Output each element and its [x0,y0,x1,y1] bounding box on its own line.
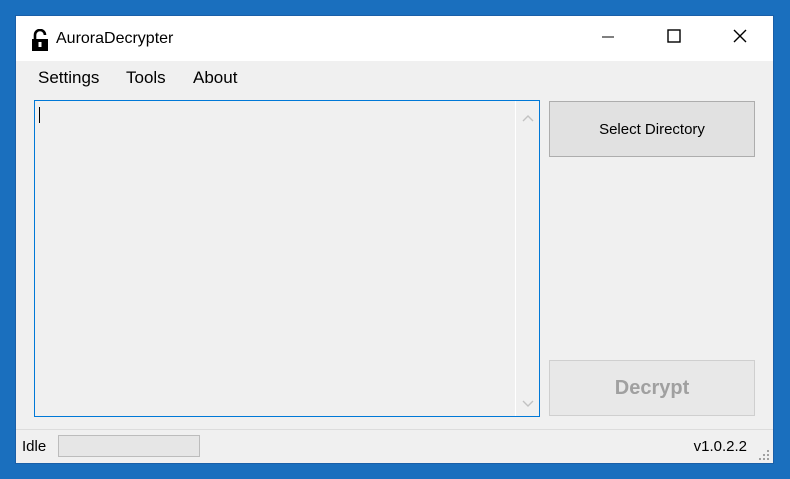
select-directory-button[interactable]: Select Directory [549,101,755,157]
status-bar: Idle v1.0.2.2 [16,429,773,463]
maximize-icon [667,29,681,48]
close-icon [733,29,747,48]
scroll-down-icon[interactable] [522,396,534,407]
file-list-textarea[interactable] [34,100,540,417]
maximize-button[interactable] [651,16,697,61]
app-window: AuroraDecrypter Settings Tools About Sel… [15,15,774,464]
vertical-scrollbar[interactable] [515,101,539,416]
menu-settings[interactable]: Settings [38,68,99,88]
status-text: Idle [22,438,47,455]
minimize-icon [602,30,614,48]
lock-open-icon [30,28,50,51]
progress-bar [58,435,200,457]
title-bar[interactable]: AuroraDecrypter [16,16,773,61]
window-title: AuroraDecrypter [56,30,174,47]
scroll-up-icon[interactable] [522,110,534,122]
menu-bar: Settings Tools About [16,61,773,91]
menu-tools[interactable]: Tools [126,68,166,88]
version-label: v1.0.2.2 [693,438,747,455]
menu-about[interactable]: About [193,68,237,88]
decrypt-button[interactable]: Decrypt [549,360,755,416]
close-button[interactable] [717,16,763,61]
text-caret [39,107,40,123]
resize-grip-icon[interactable] [758,448,770,460]
minimize-button[interactable] [585,16,631,61]
